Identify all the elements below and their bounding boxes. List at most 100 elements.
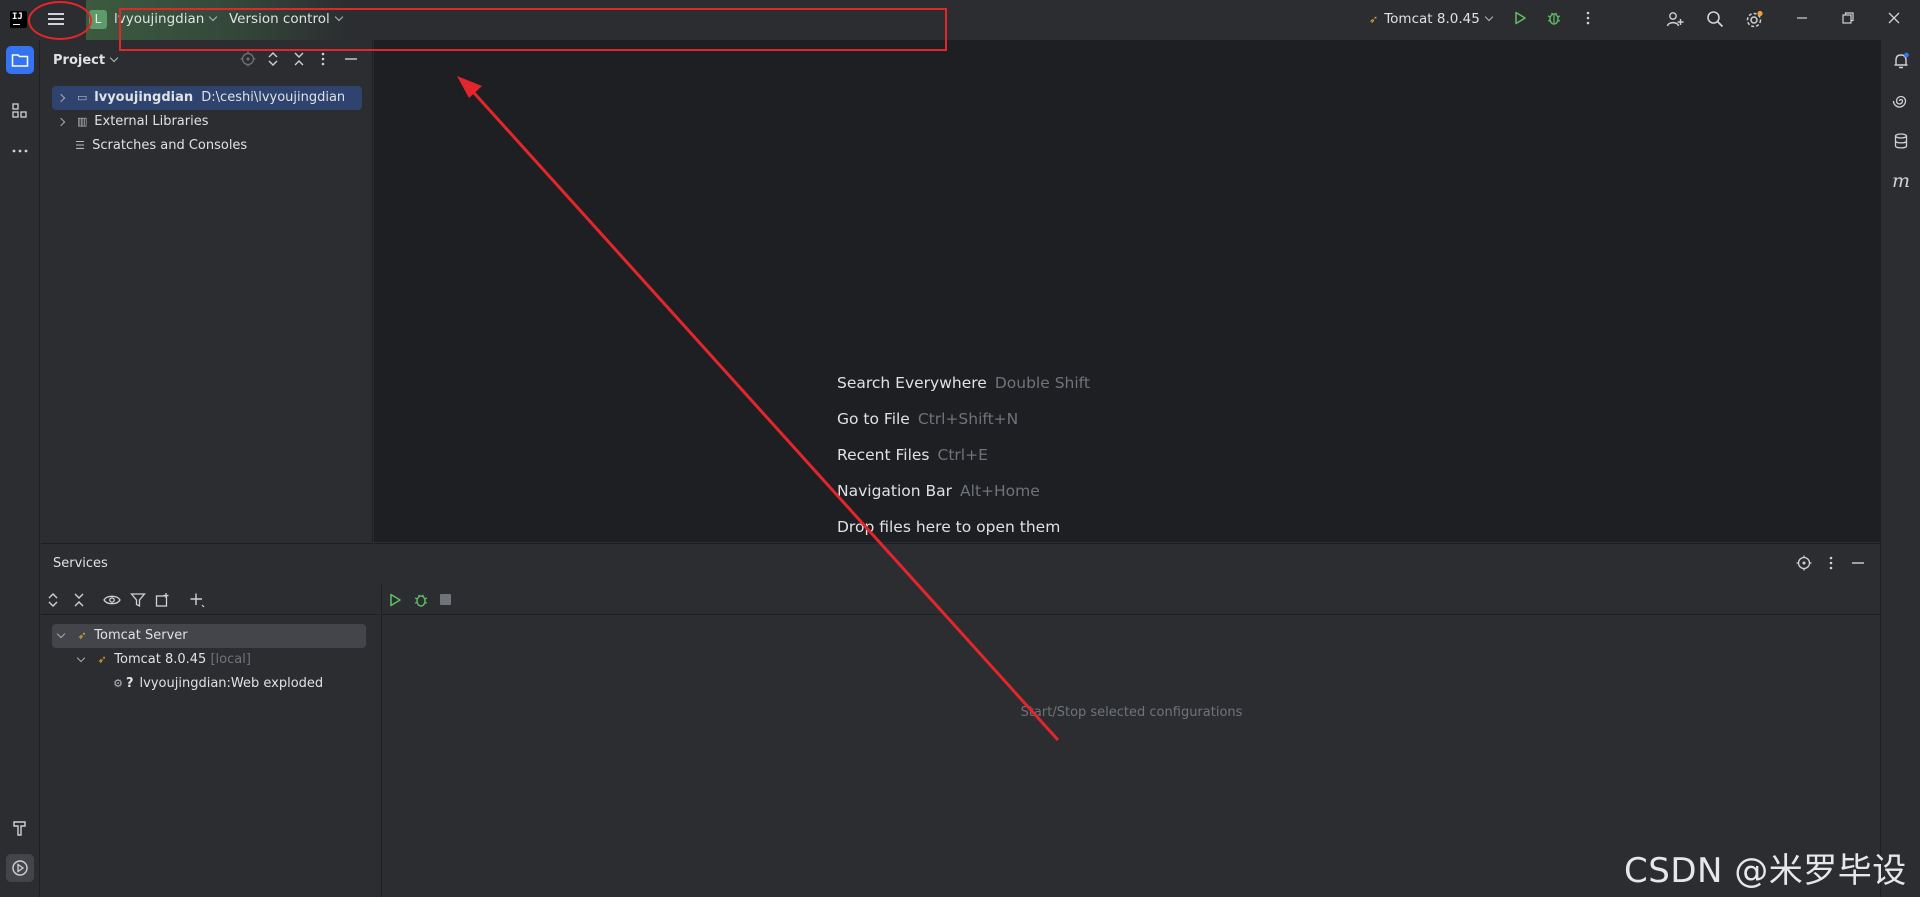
ai-assistant-button[interactable]	[1887, 87, 1915, 115]
debug-button[interactable]	[1544, 10, 1564, 30]
add-service-icon[interactable]	[189, 592, 205, 612]
debug-bug-icon	[1547, 12, 1561, 25]
panel-options-icon[interactable]	[318, 51, 328, 71]
module-name: lvyoujingdian	[94, 90, 194, 105]
folder-icon	[11, 54, 29, 67]
run-service-icon[interactable]	[387, 592, 403, 612]
tree-item-label: Scratches and Consoles	[92, 138, 248, 153]
left-tool-strip	[0, 40, 40, 897]
project-panel-title: Project	[53, 53, 106, 68]
artifact-status: ?	[126, 676, 134, 691]
hint-shortcut: Ctrl+E	[937, 446, 988, 464]
search-icon[interactable]	[1705, 10, 1725, 30]
close-window-icon[interactable]	[1884, 10, 1904, 30]
view-options-eye-icon[interactable]	[103, 592, 121, 612]
locate-file-icon[interactable]	[240, 51, 256, 71]
more-actions-icon[interactable]	[1578, 10, 1598, 30]
run-config-name: Tomcat 8.0.45	[1384, 11, 1480, 27]
hint-label: Navigation Bar	[837, 482, 953, 500]
library-icon: ▥	[76, 115, 88, 128]
new-group-icon[interactable]	[155, 592, 171, 612]
tree-item-label: External Libraries	[94, 114, 209, 129]
project-tool-button[interactable]	[6, 46, 34, 74]
services-panel-title: Services	[53, 556, 108, 571]
annotation-rectangle	[119, 8, 947, 51]
chevron-right-icon	[56, 93, 66, 103]
tomcat-icon: ➶	[1369, 13, 1379, 26]
services-locate-icon[interactable]	[1796, 555, 1812, 575]
expand-all-icon[interactable]	[266, 51, 280, 71]
hint-search-everywhere: Search Everywhere Double Shift	[837, 374, 1090, 392]
expand-all-icon[interactable]	[46, 592, 60, 612]
hint-label: Recent Files	[837, 446, 930, 464]
debug-service-icon[interactable]	[413, 592, 429, 612]
module-path: D:\ceshi\lvyoujingdian	[201, 90, 346, 105]
service-tree-item-tomcat-instance[interactable]: ➶ Tomcat 8.0.45 [local]	[72, 648, 366, 672]
hint-label: Search Everywhere	[837, 374, 987, 392]
database-icon	[1894, 133, 1908, 149]
more-tools-button[interactable]	[6, 137, 34, 165]
maven-m-icon: m	[1891, 170, 1911, 192]
right-tool-strip: m	[1880, 40, 1920, 897]
services-tree-pane: ➶ Tomcat Server ➶ Tomcat 8.0.45 [local] …	[41, 585, 380, 897]
hide-panel-icon[interactable]	[344, 51, 358, 71]
tree-item-label: Tomcat 8.0.45	[114, 652, 207, 667]
artifact-icon: ⚙	[113, 677, 123, 690]
add-user-icon[interactable]	[1665, 10, 1685, 30]
annotation-ellipse	[28, 1, 92, 40]
collapse-all-icon[interactable]	[72, 592, 86, 612]
filter-icon[interactable]	[130, 592, 146, 612]
hint-label: Drop files here to open them	[837, 518, 1061, 536]
notifications-button[interactable]	[1887, 47, 1915, 75]
tree-item-scratches[interactable]: ☰ Scratches and Consoles	[52, 134, 362, 158]
run-config-selector[interactable]: ➶ Tomcat 8.0.45	[1369, 11, 1494, 27]
service-tree-item-tomcat-server[interactable]: ➶ Tomcat Server	[52, 624, 366, 648]
hint-shortcut: Alt+Home	[960, 482, 1040, 500]
project-view-selector[interactable]: Project	[53, 53, 119, 68]
hint-navigation-bar: Navigation Bar Alt+Home	[837, 482, 1040, 500]
settings-gear-icon[interactable]	[1744, 10, 1764, 30]
restore-window-icon[interactable]	[1838, 10, 1858, 30]
run-icon	[1515, 11, 1526, 25]
module-folder-icon: ▭	[76, 91, 88, 104]
watermark-text: CSDN @米罗毕设	[1624, 851, 1907, 891]
run-button[interactable]	[1510, 10, 1530, 30]
hint-recent-files: Recent Files Ctrl+E	[837, 446, 988, 464]
services-detail-toolbar	[382, 585, 1881, 615]
hint-shortcut: Ctrl+Shift+N	[917, 410, 1019, 428]
collapse-all-icon[interactable]	[292, 51, 306, 71]
tree-item-project-root[interactable]: ▭ lvyoujingdian D:\ceshi\lvyoujingdian	[52, 86, 362, 110]
structure-tool-button[interactable]	[6, 97, 34, 125]
services-hide-icon[interactable]	[1851, 555, 1865, 575]
hint-shortcut: Double Shift	[994, 374, 1090, 392]
tree-item-label: Tomcat Server	[94, 628, 188, 643]
services-empty-text: Start/Stop selected configurations	[1020, 705, 1243, 720]
service-tree-item-artifact[interactable]: ⚙? lvyoujingdian:Web exploded	[110, 672, 366, 696]
more-horizontal-icon	[12, 149, 28, 153]
structure-icon	[12, 103, 27, 118]
build-tool-button[interactable]	[6, 814, 34, 842]
services-tool-button[interactable]	[6, 854, 34, 882]
chevron-down-icon	[56, 629, 66, 639]
database-button[interactable]	[1887, 127, 1915, 155]
spiral-icon	[1892, 95, 1907, 108]
stop-service-icon[interactable]	[440, 594, 451, 605]
scratches-icon: ☰	[75, 139, 85, 152]
editor-area[interactable]: Search Everywhere Double Shift Go to File…	[374, 40, 1880, 542]
chevron-down-icon	[76, 653, 86, 663]
hint-drop-files: Drop files here to open them	[837, 518, 1060, 536]
maven-button[interactable]: m	[1887, 167, 1915, 195]
intellij-logo-icon: IJ	[10, 11, 27, 28]
hammer-icon	[13, 821, 26, 836]
chevron-right-icon	[56, 117, 66, 127]
tree-item-suffix: [local]	[210, 652, 251, 667]
minimize-window-icon[interactable]	[1792, 10, 1812, 30]
services-options-icon[interactable]	[1826, 555, 1836, 575]
tree-item-label: lvyoujingdian:Web exploded	[139, 676, 324, 691]
services-tool-window: Services ➶ Tomcat Server ➶ Tomcat 8.0.45…	[41, 543, 1881, 897]
services-tree-toolbar	[41, 585, 380, 615]
hint-go-to-file: Go to File Ctrl+Shift+N	[837, 410, 1018, 428]
bell-icon	[1894, 52, 1909, 69]
tree-item-external-libraries[interactable]: ▥ External Libraries	[52, 110, 362, 134]
chevron-down-icon	[109, 53, 119, 63]
